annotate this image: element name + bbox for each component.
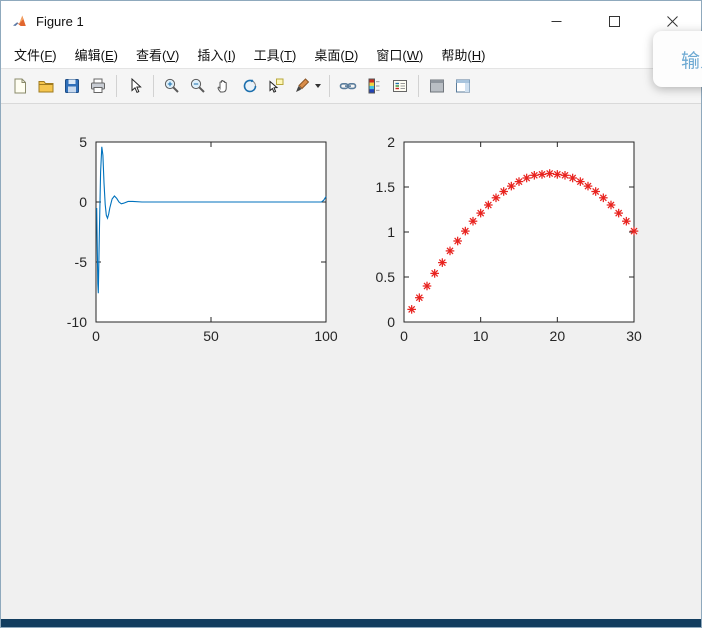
minimize-button[interactable] (527, 1, 585, 41)
titlebar: Figure 1 (1, 1, 701, 41)
insert-colorbar-icon (368, 78, 380, 94)
svg-text:-5: -5 (75, 254, 88, 270)
left-axes-line-plot: 0 50 100 -10 -5 0 5 (67, 134, 338, 344)
ime-popup-text: 输入 (681, 50, 702, 72)
svg-text:100: 100 (314, 328, 338, 344)
window-title: Figure 1 (36, 13, 84, 29)
close-icon (666, 15, 678, 27)
pan-icon (217, 80, 227, 93)
menu-view-mnemonic: V (166, 48, 176, 63)
new-figure-icon (14, 78, 26, 94)
insert-legend-button[interactable] (387, 73, 413, 99)
save-figure-icon (65, 79, 79, 93)
menu-file-label: 文件( (14, 48, 45, 63)
hide-plot-tools-icon (430, 79, 444, 93)
svg-text:1.5: 1.5 (376, 179, 396, 195)
svg-text:0: 0 (92, 328, 100, 344)
new-figure-button[interactable] (7, 73, 33, 99)
menu-help[interactable]: 帮助(H) (432, 41, 494, 68)
zoom-in-icon (164, 78, 179, 93)
data-cursor-icon (269, 78, 284, 93)
menu-bar: 文件(F) 编辑(E) 查看(V) 插入(I) 工具(T) 桌面(D) 窗口(W… (1, 41, 701, 69)
svg-text:5: 5 (79, 134, 87, 150)
save-figure-button[interactable] (59, 73, 85, 99)
menu-tools-mnemonic: T (284, 48, 292, 63)
edit-plot-button[interactable] (122, 73, 148, 99)
menu-edit-label: 编辑( (74, 48, 105, 63)
rotate-3d-button[interactable] (237, 73, 263, 99)
hide-plot-tools-button[interactable] (424, 73, 450, 99)
insert-colorbar-button[interactable] (361, 73, 387, 99)
brush-data-icon (296, 78, 310, 92)
matlab-logo-icon (12, 13, 29, 30)
insert-legend-icon (393, 80, 407, 92)
brush-dropdown-arrow-icon[interactable] (315, 84, 321, 88)
menu-window-label: 窗口( (376, 48, 407, 63)
svg-text:30: 30 (626, 328, 642, 344)
svg-text:0: 0 (79, 194, 87, 210)
svg-text:2: 2 (387, 134, 395, 150)
show-plot-tools-icon (456, 79, 470, 93)
menu-help-mnemonic: H (471, 48, 482, 63)
zoom-out-icon (190, 78, 205, 93)
svg-text:1: 1 (387, 224, 395, 240)
menu-insert-label: 插入( (197, 48, 228, 63)
svg-text:0: 0 (400, 328, 408, 344)
maximize-icon (608, 15, 620, 27)
menu-desktop[interactable]: 桌面(D) (305, 41, 367, 68)
svg-text:-10: -10 (67, 314, 87, 330)
menu-window-mnemonic: W (406, 48, 420, 63)
rotate-3d-icon (243, 79, 257, 93)
menu-help-label: 帮助( (441, 48, 472, 63)
brush-data-button[interactable] (289, 73, 315, 99)
svg-text:50: 50 (203, 328, 219, 344)
figure-canvas: 0 50 100 -10 -5 0 5 0 10 20 30 0 0.5 1 1.5 2 (1, 104, 701, 619)
figure-window: Figure 1 文件(F) 编辑(E) 查看(V) 插入(I) 工具(T) 桌… (0, 0, 702, 628)
open-file-icon (38, 81, 54, 93)
menu-window[interactable]: 窗口(W) (367, 41, 432, 68)
toolbar-separator (116, 75, 117, 97)
pan-button[interactable] (211, 73, 237, 99)
link-plot-icon (339, 83, 357, 90)
toolbar-separator (153, 75, 154, 97)
right-axes-scatter-plot: 0 10 20 30 0 0.5 1 1.5 2 (376, 134, 642, 344)
ime-popup: 输入 (653, 31, 702, 87)
menu-tools-label: 工具( (253, 48, 285, 63)
svg-text:0.5: 0.5 (376, 269, 396, 285)
data-cursor-button[interactable] (263, 73, 289, 99)
edit-plot-icon (131, 77, 142, 94)
toolbar-separator (329, 75, 330, 97)
menu-insert[interactable]: 插入(I) (188, 41, 244, 68)
zoom-in-button[interactable] (159, 73, 185, 99)
print-figure-button[interactable] (85, 73, 111, 99)
menu-tools[interactable]: 工具(T) (245, 41, 306, 68)
toolbar-separator (418, 75, 419, 97)
show-plot-tools-button[interactable] (450, 73, 476, 99)
menu-edit[interactable]: 编辑(E) (66, 41, 127, 68)
menu-view-label: 查看( (136, 48, 167, 63)
link-plot-button[interactable] (335, 73, 361, 99)
print-figure-icon (91, 78, 105, 93)
svg-text:20: 20 (550, 328, 566, 344)
minimize-icon (551, 20, 561, 22)
menu-view[interactable]: 查看(V) (127, 41, 188, 68)
open-file-button[interactable] (33, 73, 59, 99)
menu-desktop-label: 桌面( (314, 48, 345, 63)
menu-edit-mnemonic: E (104, 48, 114, 63)
bottom-border (1, 619, 701, 627)
zoom-out-button[interactable] (185, 73, 211, 99)
svg-text:0: 0 (387, 314, 395, 330)
menu-desktop-mnemonic: D (344, 48, 355, 63)
menu-file[interactable]: 文件(F) (5, 41, 66, 68)
maximize-button[interactable] (585, 1, 643, 41)
figure-toolbar (1, 69, 701, 104)
svg-text:10: 10 (473, 328, 489, 344)
